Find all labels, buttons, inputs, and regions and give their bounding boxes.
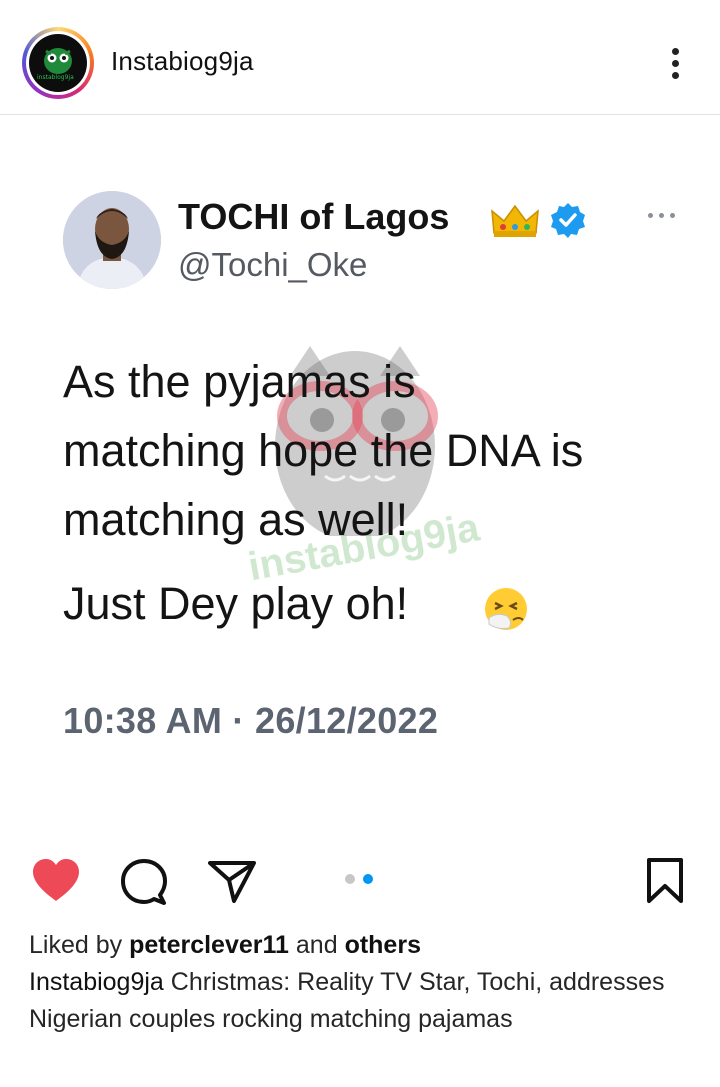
share-icon[interactable]	[208, 860, 256, 904]
tweet-timestamp: 10:38 AM · 26/12/2022	[63, 700, 439, 741]
sneezing-face-emoji-icon	[485, 588, 527, 630]
tweet-text-line: Just Dey play oh!	[63, 578, 409, 629]
liked-by-others-link[interactable]: others	[345, 931, 421, 959]
bookmark-icon[interactable]	[645, 857, 685, 905]
avatar-logo-text: instablog9ja	[37, 74, 74, 81]
owl-logo-icon	[44, 48, 72, 74]
carousel-indicator	[345, 874, 385, 886]
carousel-dot	[345, 874, 355, 884]
tweet-display-name: TOCHI of Lagos	[178, 196, 450, 237]
caption-author[interactable]: Instabiog9ja	[29, 968, 164, 996]
tweet-text-line: As the pyjamas is	[63, 356, 416, 407]
tweet-handle: @Tochi_Oke	[178, 246, 368, 283]
crown-icon	[491, 204, 539, 237]
tweet-author-avatar	[63, 191, 161, 289]
post-image[interactable]: TOCHI of Lagos @Tochi_Oke instablog9ja A…	[0, 116, 720, 816]
account-username[interactable]: Instabiog9ja	[111, 46, 254, 77]
comment-icon[interactable]	[120, 858, 168, 906]
more-options-button[interactable]	[664, 44, 688, 84]
heart-icon[interactable]	[31, 858, 81, 904]
post-header: instablog9ja Instabiog9ja	[0, 0, 720, 115]
tweet-text-line: matching as well!	[63, 494, 409, 545]
likes-line: Liked by peterclever11 and others	[29, 927, 689, 964]
more-vertical-icon	[672, 48, 679, 55]
account-avatar[interactable]: instablog9ja	[22, 27, 94, 99]
tweet-text-line: matching hope the DNA is	[63, 425, 584, 476]
verified-badge-icon	[551, 203, 585, 238]
more-horizontal-icon	[648, 211, 678, 221]
caption-text-block: Instabiog9ja Christmas: Reality TV Star,…	[29, 964, 689, 1038]
liked-by-and: and	[295, 931, 338, 959]
liked-by-user-link[interactable]: peterclever11	[129, 931, 289, 959]
liked-by-prefix: Liked by	[29, 931, 123, 959]
carousel-dot-active	[363, 874, 373, 884]
post-action-bar	[0, 840, 720, 920]
post-caption: Liked by peterclever11 and others Instab…	[29, 927, 689, 1038]
